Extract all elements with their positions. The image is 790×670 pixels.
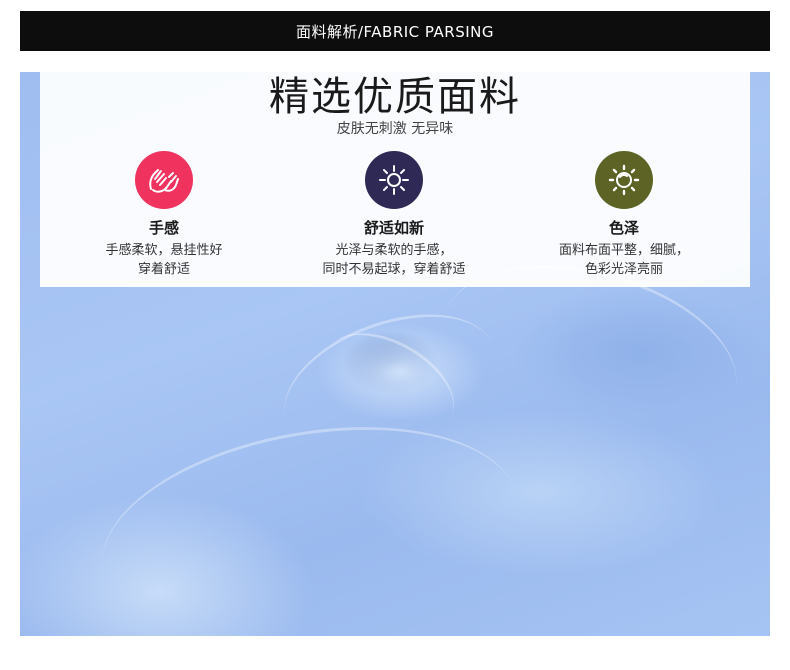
shine-icon bbox=[595, 151, 653, 209]
section-header-bar: 面料解析/FABRIC PARSING bbox=[20, 11, 770, 51]
page-subtitle: 皮肤无刺激 无异味 bbox=[336, 121, 454, 137]
fabric-fold bbox=[85, 397, 535, 670]
feature-description-line: 光泽与柔软的手感， bbox=[335, 243, 453, 258]
feature-description: 面料布面平整，细腻， 色彩光泽亮丽 bbox=[514, 241, 734, 279]
feature-description-line: 手感柔软，悬挂性好 bbox=[105, 243, 223, 258]
feature-comfort: 舒适如新 光泽与柔软的手感， 同时不易起球，穿着舒适 bbox=[284, 151, 504, 279]
sun-icon bbox=[365, 151, 423, 209]
page-title: 精选优质面料 bbox=[269, 74, 521, 120]
feature-description-line: 同时不易起球，穿着舒适 bbox=[322, 262, 466, 277]
feature-title: 舒适如新 bbox=[363, 219, 424, 237]
feature-description: 手感柔软，悬挂性好 穿着舒适 bbox=[54, 241, 274, 279]
feature-hand-feel: 手感 手感柔软，悬挂性好 穿着舒适 bbox=[54, 151, 274, 279]
feature-color: 色泽 面料布面平整，细腻， 色彩光泽亮丽 bbox=[514, 151, 734, 279]
feature-description-line: 色彩光泽亮丽 bbox=[584, 262, 663, 277]
section-header-label: 面料解析/FABRIC PARSING bbox=[295, 22, 494, 41]
feature-description-line: 面料布面平整，细腻， bbox=[558, 243, 689, 258]
feature-title: 手感 bbox=[148, 219, 179, 237]
feature-description-line: 穿着舒适 bbox=[137, 262, 190, 277]
feature-title: 色泽 bbox=[608, 219, 639, 237]
hands-icon bbox=[135, 151, 193, 209]
feature-description: 光泽与柔软的手感， 同时不易起球，穿着舒适 bbox=[284, 241, 504, 279]
